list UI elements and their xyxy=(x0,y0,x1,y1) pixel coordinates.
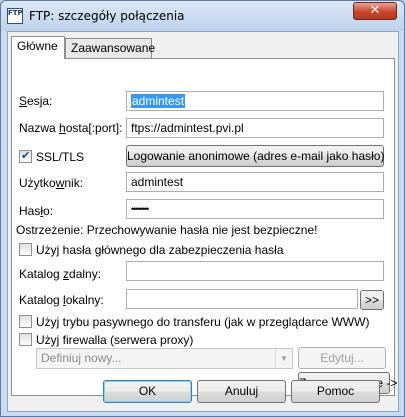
password-label: Hasło: xyxy=(19,204,54,218)
firewall-checkbox[interactable] xyxy=(19,333,32,346)
host-input[interactable]: ftps://admintest.pvi.pl xyxy=(126,118,384,138)
ok-button[interactable]: OK xyxy=(103,380,192,403)
proxy-select[interactable]: Definiuj nowy... ▼ xyxy=(36,348,293,369)
tab-panel-main: Sesja: admintest Nazwa hosta[:port]: ftp… xyxy=(11,58,397,396)
dialog-title: FTP: szczegóły połączenia xyxy=(29,9,185,23)
user-label: Użytkownik: xyxy=(19,176,84,190)
ftp-details-dialog: FTP FTP: szczegóły połączenia ✕ Główne Z… xyxy=(0,0,405,417)
ftp-app-icon: FTP xyxy=(7,8,23,24)
ssl-tls-label: SSL/TLS xyxy=(36,150,85,164)
remote-dir-label: Katalog zdalny: xyxy=(19,267,102,281)
ssl-tls-checkbox[interactable] xyxy=(19,149,32,163)
user-input[interactable]: admintest xyxy=(126,172,384,192)
dialog-body: Główne Zaawansowane Sesja: admintest Naz… xyxy=(7,31,399,412)
title-bar: FTP FTP: szczegóły połączenia ✕ xyxy=(1,1,404,31)
session-input[interactable]: admintest xyxy=(126,91,384,111)
tab-main[interactable]: Główne xyxy=(11,36,65,59)
password-warning: Ostrzeżenie: Przechowywanie hasła nie je… xyxy=(16,223,318,237)
firewall-label: Użyj firewalla (serwera proxy) xyxy=(36,333,194,347)
cancel-button[interactable]: Anuluj xyxy=(197,380,286,403)
master-password-label: Użyj hasła głównego dla zabezpieczenia h… xyxy=(36,243,284,257)
master-password-checkbox[interactable] xyxy=(19,243,32,256)
passive-mode-label: Użyj trybu pasywnego do transferu (jak w… xyxy=(36,315,370,329)
close-icon: ✕ xyxy=(369,3,381,18)
chevron-down-icon: ▼ xyxy=(275,349,292,368)
local-dir-label: Katalog lokalny: xyxy=(19,293,104,307)
close-button[interactable]: ✕ xyxy=(353,2,397,20)
remote-dir-input[interactable] xyxy=(126,261,384,281)
tab-advanced[interactable]: Zaawansowane xyxy=(65,38,155,58)
session-label: Sesja: xyxy=(19,94,53,108)
host-label: Nazwa hosta[:port]: xyxy=(19,121,123,135)
local-dir-input[interactable] xyxy=(126,289,358,309)
passive-mode-checkbox[interactable] xyxy=(19,315,32,328)
edit-proxy-button[interactable]: Edytuj... xyxy=(298,347,386,369)
password-input[interactable]: •••••••• xyxy=(126,199,384,219)
browse-local-dir-button[interactable]: >> xyxy=(360,290,384,310)
anonymous-login-button[interactable]: Logowanie anonimowe (adres e-mail jako h… xyxy=(126,145,384,167)
help-button[interactable]: Pomoc xyxy=(291,380,380,403)
